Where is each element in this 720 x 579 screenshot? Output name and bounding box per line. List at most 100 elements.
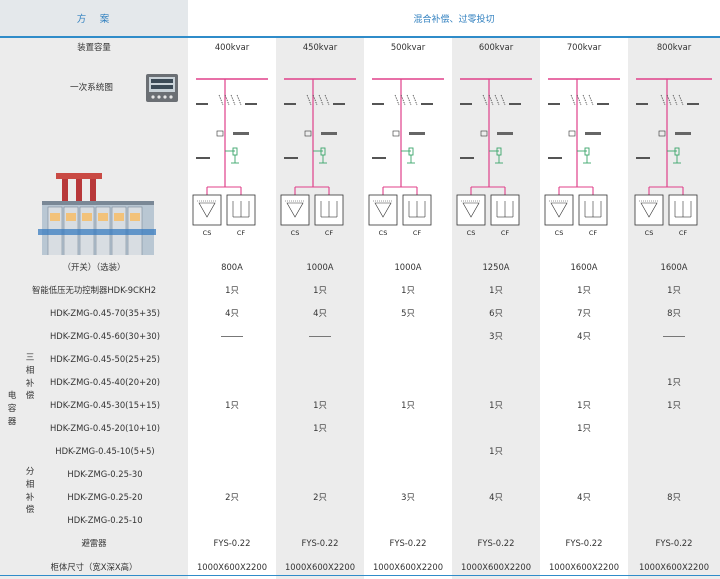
arrester-value: FYS-0.22: [364, 531, 452, 555]
switch-symbol: [678, 94, 684, 106]
capacitor-qty: 4只: [540, 485, 628, 508]
annotation-mark: [196, 103, 208, 105]
split-phase-label: 分相补偿: [25, 467, 35, 516]
switch-symbol: [494, 94, 500, 106]
switch-symbol: [218, 94, 224, 106]
arrester-symbol: [674, 147, 680, 156]
annotation-mark: [509, 103, 521, 105]
annotation-mark: [548, 103, 560, 105]
scheme-header: 方 案: [0, 0, 188, 38]
capacitor-qty: 1只: [628, 370, 720, 393]
capacitor-qty: 8只: [628, 301, 720, 324]
capacitor-model-text: HDK-ZMG-0.45-60(30+30): [49, 330, 161, 341]
capacitor-group-label: 电容器: [7, 391, 17, 427]
capacitor-qty: [188, 347, 276, 370]
arrester-row: 避雷器 FYS-0.22 FYS-0.22 FYS-0.22 FYS-0.22 …: [0, 531, 720, 555]
arrester-value: FYS-0.22: [628, 531, 720, 555]
capacity-row: 装置容量 400kvar 450kvar 500kvar 600kvar 700…: [0, 37, 720, 55]
controller-tag: [497, 132, 513, 135]
capacitor-qty: [276, 462, 364, 485]
capacitor-qty: [276, 370, 364, 393]
switch-symbol: [406, 94, 412, 106]
switch-symbol: [672, 94, 678, 106]
annotation-mark: [687, 103, 699, 105]
capacitor-qty: 1只: [364, 393, 452, 416]
controller-tag: [675, 132, 691, 135]
arrester-symbol: [320, 147, 326, 156]
capacitor-qty: [188, 416, 276, 439]
controller-row: 智能低压无功控制器HDK-9CKH2 1只 1只 1只 1只 1只 1只: [0, 278, 720, 301]
capacitor-qty: 1只: [452, 439, 540, 462]
capacitor-qty: [628, 508, 720, 531]
capacitor-qty: 5只: [364, 301, 452, 324]
controller-value: 1只: [188, 278, 276, 301]
capacitor-group-labels: [0, 301, 24, 302]
controller-tag: [233, 132, 249, 135]
annotation-mark: [196, 157, 210, 159]
ct-box: [216, 130, 224, 137]
cf-label: CF: [325, 229, 334, 237]
cabinet-product-image: [38, 173, 156, 255]
capacitor-row: HDK-ZMG-0.45-10(5+5) 1只: [0, 439, 720, 462]
spec-sheet: 方 案 混合补偿、过零投切 装置容量 400kvar 450kvar 500kv…: [0, 0, 720, 579]
diagram-row: 一次系统图 CS CF CS CF CS CF CS CF CS CF CS C…: [0, 55, 720, 255]
switch-value: 1600A: [628, 255, 720, 278]
cf-label: CF: [679, 229, 688, 237]
diagram-label-cell: 一次系统图: [0, 55, 188, 255]
switch-value: 1600A: [540, 255, 628, 278]
annotation-mark: [597, 103, 609, 105]
ct-box: [480, 130, 488, 137]
annotation-mark: [333, 103, 345, 105]
switch-symbol: [230, 94, 236, 106]
capacitor-model: HDK-ZMG-0.45-10(5+5): [0, 439, 188, 462]
controller-value: 1只: [364, 278, 452, 301]
capacitor-row: HDK-ZMG-0.25-10: [0, 508, 720, 531]
annotation-mark: [372, 157, 386, 159]
annotation-mark: [460, 103, 472, 105]
switch-symbol: [318, 94, 324, 106]
cs-capacitor-box: [368, 194, 398, 226]
arrester-value: FYS-0.22: [276, 531, 364, 555]
arrester-label: 避雷器: [0, 531, 188, 555]
capacitor-qty: [540, 370, 628, 393]
capacitor-qty: [364, 370, 452, 393]
capacitor-row: HDK-ZMG-0.45-70(35+35) 4只 4只 5只 6只 7只 8只: [0, 301, 720, 324]
annotation-mark: [284, 157, 298, 159]
switch-symbol: [500, 94, 506, 106]
spec-table: 方 案 混合补偿、过零投切 装置容量 400kvar 450kvar 500kv…: [0, 0, 720, 579]
ct-box: [568, 130, 576, 137]
controller-value: 1只: [452, 278, 540, 301]
ct-box: [658, 130, 666, 137]
capacitor-qty: [452, 508, 540, 531]
cs-label: CS: [645, 229, 654, 237]
arrester-value: FYS-0.22: [452, 531, 540, 555]
not-applicable-dash: [663, 335, 685, 337]
capacitor-model-text: HDK-ZMG-0.45-70(35+35): [49, 307, 161, 318]
switch-symbol: [570, 94, 576, 106]
capacitor-model-text: HDK-ZMG-0.45-50(25+25): [49, 353, 161, 364]
capacitor-row: HDK-ZMG-0.45-60(30+30) 3只 4只: [0, 324, 720, 347]
capacitor-qty: 3只: [364, 485, 452, 508]
capacity-value: 800kvar: [628, 37, 720, 55]
ct-box: [392, 130, 400, 137]
capacitor-qty: [540, 462, 628, 485]
switch-value: 800A: [188, 255, 276, 278]
capacitor-qty: 3只: [452, 324, 540, 347]
capacity-value: 600kvar: [452, 37, 540, 55]
annotation-mark: [372, 103, 384, 105]
capacitor-qty: [188, 462, 276, 485]
capacitor-qty: [540, 347, 628, 370]
annotation-mark: [636, 103, 648, 105]
cf-label: CF: [413, 229, 422, 237]
capacitor-qty: [276, 347, 364, 370]
switch-symbol: [488, 94, 494, 106]
capacitor-qty: [276, 324, 364, 347]
capacitor-qty: [452, 347, 540, 370]
controller-tag: [585, 132, 601, 135]
capacitor-qty: [364, 416, 452, 439]
capacitor-qty: [364, 508, 452, 531]
arrester-symbol: [232, 147, 238, 156]
controller-value: 1只: [540, 278, 628, 301]
capacitor-model-text: HDK-ZMG-0.25-20: [67, 491, 143, 502]
capacitor-qty: [628, 347, 720, 370]
